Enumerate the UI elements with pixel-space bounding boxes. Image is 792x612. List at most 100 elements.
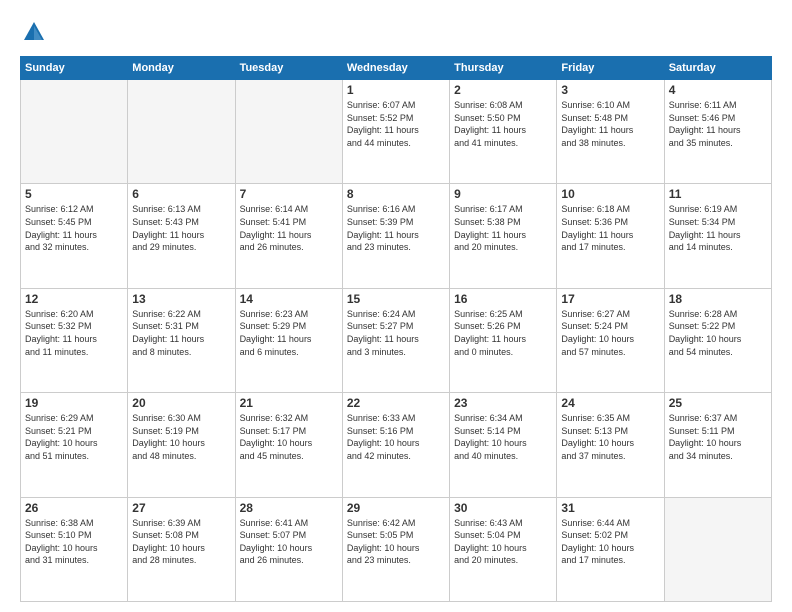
- day-cell: 18 Sunrise: 6:28 AM Sunset: 5:22 PM Dayli…: [664, 288, 771, 392]
- day-cell: [128, 80, 235, 184]
- day-cell: 16 Sunrise: 6:25 AM Sunset: 5:26 PM Dayli…: [450, 288, 557, 392]
- day-cell: 21 Sunrise: 6:32 AM Sunset: 5:17 PM Dayli…: [235, 393, 342, 497]
- calendar-body: 1 Sunrise: 6:07 AM Sunset: 5:52 PM Daylig…: [21, 80, 772, 602]
- day-info: Sunrise: 6:37 AM Sunset: 5:11 PM Dayligh…: [669, 412, 767, 462]
- logo: [20, 18, 52, 46]
- day-number: 8: [347, 187, 445, 201]
- day-info: Sunrise: 6:32 AM Sunset: 5:17 PM Dayligh…: [240, 412, 338, 462]
- weekday-row: SundayMondayTuesdayWednesdayThursdayFrid…: [21, 57, 772, 80]
- day-info: Sunrise: 6:34 AM Sunset: 5:14 PM Dayligh…: [454, 412, 552, 462]
- day-number: 5: [25, 187, 123, 201]
- day-info: Sunrise: 6:19 AM Sunset: 5:34 PM Dayligh…: [669, 203, 767, 253]
- day-number: 2: [454, 83, 552, 97]
- day-info: Sunrise: 6:29 AM Sunset: 5:21 PM Dayligh…: [25, 412, 123, 462]
- weekday-header-sunday: Sunday: [21, 57, 128, 80]
- day-number: 7: [240, 187, 338, 201]
- day-number: 24: [561, 396, 659, 410]
- weekday-header-tuesday: Tuesday: [235, 57, 342, 80]
- day-number: 14: [240, 292, 338, 306]
- day-info: Sunrise: 6:30 AM Sunset: 5:19 PM Dayligh…: [132, 412, 230, 462]
- day-number: 16: [454, 292, 552, 306]
- day-number: 18: [669, 292, 767, 306]
- day-cell: 13Sunrise: 6:22 AM Sunset: 5:31 PM Dayli…: [128, 288, 235, 392]
- day-number: 11: [669, 187, 767, 201]
- day-info: Sunrise: 6:25 AM Sunset: 5:26 PM Dayligh…: [454, 308, 552, 358]
- day-number: 25: [669, 396, 767, 410]
- day-cell: 23Sunrise: 6:34 AM Sunset: 5:14 PM Dayli…: [450, 393, 557, 497]
- day-info: Sunrise: 6:11 AM Sunset: 5:46 PM Dayligh…: [669, 99, 767, 149]
- day-number: 10: [561, 187, 659, 201]
- day-info: Sunrise: 6:38 AM Sunset: 5:10 PM Dayligh…: [25, 517, 123, 567]
- week-row-4: 26Sunrise: 6:38 AM Sunset: 5:10 PM Dayli…: [21, 497, 772, 601]
- day-number: 1: [347, 83, 445, 97]
- week-row-2: 12Sunrise: 6:20 AM Sunset: 5:32 PM Dayli…: [21, 288, 772, 392]
- day-cell: 26Sunrise: 6:38 AM Sunset: 5:10 PM Dayli…: [21, 497, 128, 601]
- calendar: SundayMondayTuesdayWednesdayThursdayFrid…: [20, 56, 772, 602]
- day-cell: [21, 80, 128, 184]
- day-cell: 6Sunrise: 6:13 AM Sunset: 5:43 PM Daylig…: [128, 184, 235, 288]
- day-number: 4: [669, 83, 767, 97]
- day-info: Sunrise: 6:35 AM Sunset: 5:13 PM Dayligh…: [561, 412, 659, 462]
- day-cell: 3Sunrise: 6:10 AM Sunset: 5:48 PM Daylig…: [557, 80, 664, 184]
- weekday-header-thursday: Thursday: [450, 57, 557, 80]
- day-cell: 19Sunrise: 6:29 AM Sunset: 5:21 PM Dayli…: [21, 393, 128, 497]
- day-info: Sunrise: 6:14 AM Sunset: 5:41 PM Dayligh…: [240, 203, 338, 253]
- day-info: Sunrise: 6:20 AM Sunset: 5:32 PM Dayligh…: [25, 308, 123, 358]
- day-info: Sunrise: 6:39 AM Sunset: 5:08 PM Dayligh…: [132, 517, 230, 567]
- day-info: Sunrise: 6:24 AM Sunset: 5:27 PM Dayligh…: [347, 308, 445, 358]
- day-number: 29: [347, 501, 445, 515]
- weekday-header-monday: Monday: [128, 57, 235, 80]
- day-info: Sunrise: 6:18 AM Sunset: 5:36 PM Dayligh…: [561, 203, 659, 253]
- day-cell: 2Sunrise: 6:08 AM Sunset: 5:50 PM Daylig…: [450, 80, 557, 184]
- weekday-header-wednesday: Wednesday: [342, 57, 449, 80]
- day-cell: 7 Sunrise: 6:14 AM Sunset: 5:41 PM Daylig…: [235, 184, 342, 288]
- day-info: Sunrise: 6:07 AM Sunset: 5:52 PM Dayligh…: [347, 99, 445, 149]
- day-number: 30: [454, 501, 552, 515]
- day-cell: 25 Sunrise: 6:37 AM Sunset: 5:11 PM Dayli…: [664, 393, 771, 497]
- weekday-header-saturday: Saturday: [664, 57, 771, 80]
- day-info: Sunrise: 6:28 AM Sunset: 5:22 PM Dayligh…: [669, 308, 767, 358]
- day-cell: 1 Sunrise: 6:07 AM Sunset: 5:52 PM Daylig…: [342, 80, 449, 184]
- day-info: Sunrise: 6:42 AM Sunset: 5:05 PM Dayligh…: [347, 517, 445, 567]
- day-number: 21: [240, 396, 338, 410]
- day-cell: 9 Sunrise: 6:17 AM Sunset: 5:38 PM Daylig…: [450, 184, 557, 288]
- day-cell: 27 Sunrise: 6:39 AM Sunset: 5:08 PM Dayli…: [128, 497, 235, 601]
- day-cell: [235, 80, 342, 184]
- day-cell: 24 Sunrise: 6:35 AM Sunset: 5:13 PM Dayli…: [557, 393, 664, 497]
- week-row-1: 5 Sunrise: 6:12 AM Sunset: 5:45 PM Daylig…: [21, 184, 772, 288]
- day-number: 9: [454, 187, 552, 201]
- week-row-0: 1 Sunrise: 6:07 AM Sunset: 5:52 PM Daylig…: [21, 80, 772, 184]
- day-info: Sunrise: 6:41 AM Sunset: 5:07 PM Dayligh…: [240, 517, 338, 567]
- day-number: 27: [132, 501, 230, 515]
- day-number: 15: [347, 292, 445, 306]
- day-cell: 15 Sunrise: 6:24 AM Sunset: 5:27 PM Dayli…: [342, 288, 449, 392]
- day-cell: 11 Sunrise: 6:19 AM Sunset: 5:34 PM Dayli…: [664, 184, 771, 288]
- day-cell: 20Sunrise: 6:30 AM Sunset: 5:19 PM Dayli…: [128, 393, 235, 497]
- day-cell: 31 Sunrise: 6:44 AM Sunset: 5:02 PM Dayli…: [557, 497, 664, 601]
- day-number: 22: [347, 396, 445, 410]
- day-cell: [664, 497, 771, 601]
- day-info: Sunrise: 6:16 AM Sunset: 5:39 PM Dayligh…: [347, 203, 445, 253]
- day-info: Sunrise: 6:33 AM Sunset: 5:16 PM Dayligh…: [347, 412, 445, 462]
- day-cell: 30Sunrise: 6:43 AM Sunset: 5:04 PM Dayli…: [450, 497, 557, 601]
- day-info: Sunrise: 6:44 AM Sunset: 5:02 PM Dayligh…: [561, 517, 659, 567]
- day-info: Sunrise: 6:13 AM Sunset: 5:43 PM Dayligh…: [132, 203, 230, 253]
- day-cell: 12Sunrise: 6:20 AM Sunset: 5:32 PM Dayli…: [21, 288, 128, 392]
- page: SundayMondayTuesdayWednesdayThursdayFrid…: [0, 0, 792, 612]
- logo-icon: [20, 18, 48, 46]
- weekday-header-friday: Friday: [557, 57, 664, 80]
- day-cell: 28Sunrise: 6:41 AM Sunset: 5:07 PM Dayli…: [235, 497, 342, 601]
- day-info: Sunrise: 6:17 AM Sunset: 5:38 PM Dayligh…: [454, 203, 552, 253]
- day-number: 17: [561, 292, 659, 306]
- day-info: Sunrise: 6:12 AM Sunset: 5:45 PM Dayligh…: [25, 203, 123, 253]
- day-cell: 17 Sunrise: 6:27 AM Sunset: 5:24 PM Dayli…: [557, 288, 664, 392]
- day-cell: 29 Sunrise: 6:42 AM Sunset: 5:05 PM Dayli…: [342, 497, 449, 601]
- day-number: 31: [561, 501, 659, 515]
- day-info: Sunrise: 6:27 AM Sunset: 5:24 PM Dayligh…: [561, 308, 659, 358]
- day-info: Sunrise: 6:10 AM Sunset: 5:48 PM Dayligh…: [561, 99, 659, 149]
- day-number: 13: [132, 292, 230, 306]
- day-info: Sunrise: 6:23 AM Sunset: 5:29 PM Dayligh…: [240, 308, 338, 358]
- day-cell: 5 Sunrise: 6:12 AM Sunset: 5:45 PM Daylig…: [21, 184, 128, 288]
- calendar-header: SundayMondayTuesdayWednesdayThursdayFrid…: [21, 57, 772, 80]
- day-cell: 10 Sunrise: 6:18 AM Sunset: 5:36 PM Dayli…: [557, 184, 664, 288]
